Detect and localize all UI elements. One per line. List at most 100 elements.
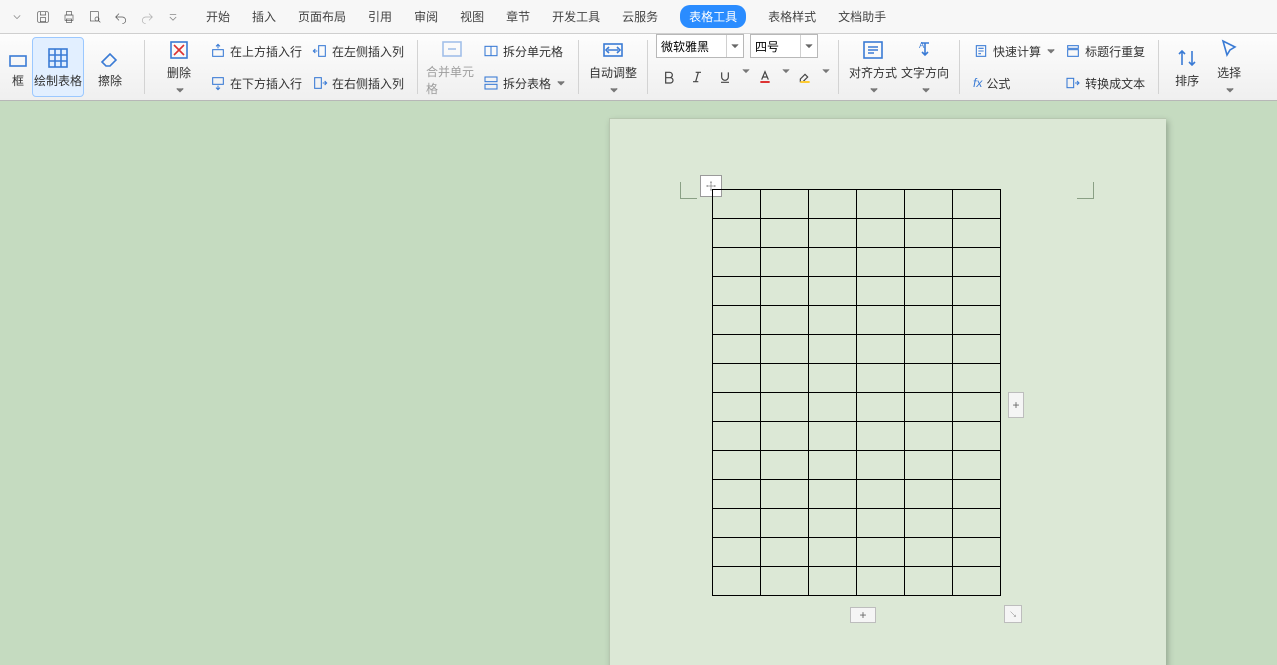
table-cell[interactable] — [857, 335, 905, 364]
table-cell[interactable] — [809, 190, 857, 219]
undo-icon[interactable] — [110, 6, 132, 28]
tab-insert[interactable]: 插入 — [252, 8, 276, 25]
table-row[interactable] — [713, 364, 1001, 393]
table-cell[interactable] — [713, 422, 761, 451]
tab-table-tools[interactable]: 表格工具 — [680, 5, 746, 28]
table-cell[interactable] — [761, 219, 809, 248]
table-cell[interactable] — [809, 335, 857, 364]
tab-doc-assist[interactable]: 文档助手 — [838, 8, 886, 25]
eraser-button[interactable]: 擦除 — [84, 37, 136, 97]
print-preview-icon[interactable] — [84, 6, 106, 28]
table-cell[interactable] — [761, 306, 809, 335]
table-cell[interactable] — [809, 480, 857, 509]
highlight-button[interactable] — [792, 64, 818, 90]
print-icon[interactable] — [58, 6, 80, 28]
table-cell[interactable] — [905, 509, 953, 538]
table-row[interactable] — [713, 248, 1001, 277]
table-row[interactable] — [713, 306, 1001, 335]
chevron-down-icon[interactable] — [742, 64, 750, 90]
table-cell[interactable] — [953, 219, 1001, 248]
table-cell[interactable] — [761, 277, 809, 306]
table-cell[interactable] — [857, 509, 905, 538]
table-row[interactable] — [713, 538, 1001, 567]
table-cell[interactable] — [953, 248, 1001, 277]
tab-view[interactable]: 视图 — [460, 8, 484, 25]
save-icon[interactable] — [32, 6, 54, 28]
chevron-down-icon[interactable] — [782, 64, 790, 90]
table-row[interactable] — [713, 422, 1001, 451]
table-cell[interactable] — [905, 451, 953, 480]
tab-dev-tools[interactable]: 开发工具 — [552, 8, 600, 25]
tab-chapter[interactable]: 章节 — [506, 8, 530, 25]
table-cell[interactable] — [761, 248, 809, 277]
table-cell[interactable] — [953, 190, 1001, 219]
merge-cells-button[interactable]: 合并单元格 — [426, 37, 478, 97]
table-cell[interactable] — [905, 393, 953, 422]
table-row[interactable] — [713, 219, 1001, 248]
table-cell[interactable] — [809, 393, 857, 422]
table-cell[interactable] — [761, 480, 809, 509]
autofit-button[interactable]: 自动调整 — [587, 37, 639, 97]
table-cell[interactable] — [857, 306, 905, 335]
table-row[interactable] — [713, 567, 1001, 596]
table-cell[interactable] — [953, 277, 1001, 306]
table-cell[interactable] — [761, 422, 809, 451]
text-direction-button[interactable]: A 文字方向 — [899, 37, 951, 97]
table-cell[interactable] — [857, 422, 905, 451]
table-cell[interactable] — [905, 480, 953, 509]
select-button[interactable]: 选择 — [1207, 37, 1251, 97]
table-cell[interactable] — [713, 306, 761, 335]
table-cell[interactable] — [713, 393, 761, 422]
italic-button[interactable] — [684, 64, 710, 90]
split-table-button[interactable]: 拆分表格 — [478, 69, 570, 97]
table-cell[interactable] — [953, 480, 1001, 509]
table-row[interactable] — [713, 509, 1001, 538]
table-cell[interactable] — [713, 538, 761, 567]
tab-reference[interactable]: 引用 — [368, 8, 392, 25]
table-cell[interactable] — [713, 277, 761, 306]
table-cell[interactable] — [809, 277, 857, 306]
delete-button[interactable]: 删除 — [153, 37, 205, 97]
table-cell[interactable] — [809, 538, 857, 567]
table-cell[interactable] — [857, 451, 905, 480]
table-cell[interactable] — [809, 567, 857, 596]
table-cell[interactable] — [857, 393, 905, 422]
table-cell[interactable] — [809, 306, 857, 335]
table-cell[interactable] — [953, 335, 1001, 364]
table-cell[interactable] — [905, 335, 953, 364]
tab-cloud[interactable]: 云服务 — [622, 8, 658, 25]
table-cell[interactable] — [857, 567, 905, 596]
table-cell[interactable] — [761, 393, 809, 422]
table-cell[interactable] — [713, 335, 761, 364]
redo-icon[interactable] — [136, 6, 158, 28]
app-menu-dropdown-icon[interactable] — [6, 6, 28, 28]
table-cell[interactable] — [713, 509, 761, 538]
alignment-button[interactable]: 对齐方式 — [847, 37, 899, 97]
table-cell[interactable] — [809, 219, 857, 248]
table-cell[interactable] — [953, 567, 1001, 596]
chevron-down-icon[interactable] — [800, 35, 817, 57]
table-cell[interactable] — [809, 364, 857, 393]
table-cell[interactable] — [857, 277, 905, 306]
table-cell[interactable] — [953, 422, 1001, 451]
table-cell[interactable] — [905, 422, 953, 451]
quick-access-more-icon[interactable] — [162, 6, 184, 28]
table-cell[interactable] — [809, 422, 857, 451]
table-cell[interactable] — [761, 335, 809, 364]
table-cell[interactable] — [905, 306, 953, 335]
sort-button[interactable]: 排序 — [1167, 37, 1207, 97]
repeat-header-button[interactable]: 标题行重复 — [1060, 37, 1150, 65]
table-cell[interactable] — [905, 219, 953, 248]
table-cell[interactable] — [857, 480, 905, 509]
convert-to-text-button[interactable]: 转换成文本 — [1060, 69, 1150, 97]
chevron-down-icon[interactable] — [822, 64, 830, 90]
insert-row-below-button[interactable]: 在下方插入行 — [205, 69, 307, 97]
table-cell[interactable] — [857, 190, 905, 219]
table-cell[interactable] — [713, 451, 761, 480]
table-cell[interactable] — [905, 248, 953, 277]
table-cell[interactable] — [713, 219, 761, 248]
tab-page-layout[interactable]: 页面布局 — [298, 8, 346, 25]
table-cell[interactable] — [953, 509, 1001, 538]
data-table[interactable] — [712, 189, 1001, 596]
table-row[interactable] — [713, 277, 1001, 306]
